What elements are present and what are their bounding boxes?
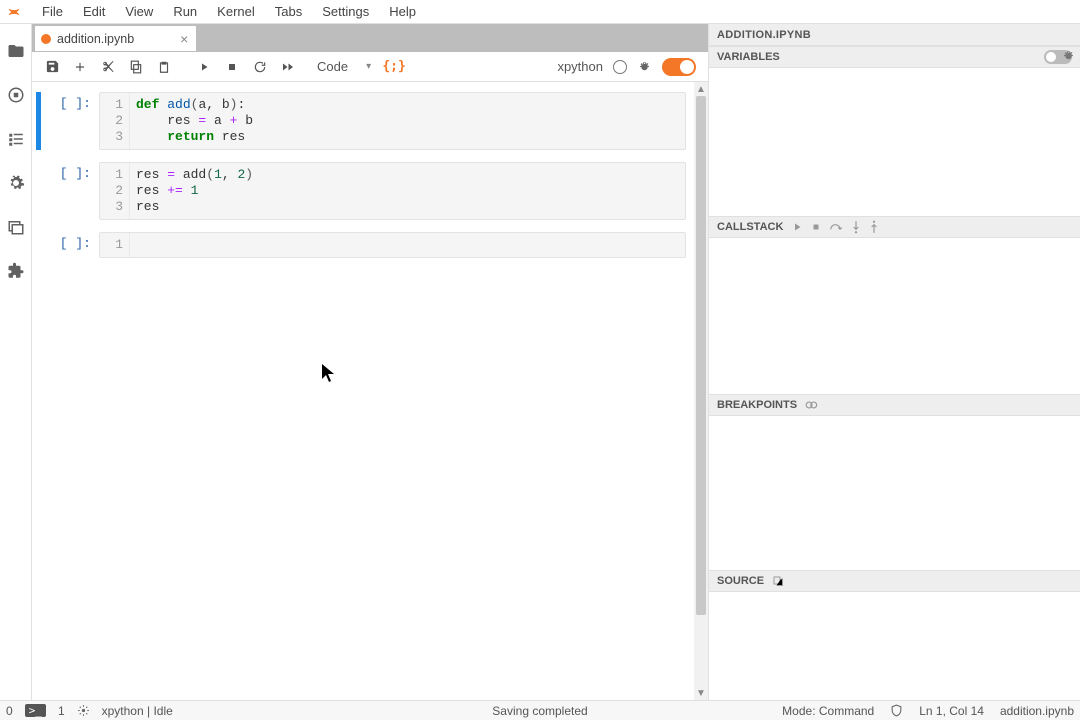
- status-message: Saving completed: [492, 704, 587, 718]
- callstack-header[interactable]: CALLSTACK: [709, 216, 1080, 238]
- notebook-panel: addition.ipynb ×: [32, 24, 708, 700]
- cell-type-select[interactable]: Code ▾: [310, 56, 378, 77]
- menubar: File Edit View Run Kernel Tabs Settings …: [0, 0, 1080, 24]
- settings-icon[interactable]: [7, 174, 25, 192]
- cut-button[interactable]: [96, 55, 120, 79]
- code-editor[interactable]: 123res = add(1, 2)res += 1res: [99, 162, 686, 220]
- cell-prompt: [ ]:: [41, 232, 99, 258]
- cell-type-label: Code: [317, 59, 348, 74]
- copy-button[interactable]: [124, 55, 148, 79]
- status-settings-icon[interactable]: [77, 704, 90, 717]
- render-button[interactable]: {;}: [382, 55, 406, 79]
- source-label: SOURCE: [717, 575, 764, 587]
- folder-icon[interactable]: [7, 42, 25, 60]
- step-over-icon[interactable]: [829, 221, 843, 233]
- close-icon[interactable]: ×: [180, 31, 188, 47]
- kernel-name[interactable]: xpython: [557, 59, 603, 74]
- notebook-area[interactable]: [ ]:123def add(a, b): res = a + b return…: [32, 82, 708, 700]
- menu-tabs[interactable]: Tabs: [265, 2, 312, 21]
- menu-edit[interactable]: Edit: [73, 2, 115, 21]
- menu-view[interactable]: View: [115, 2, 163, 21]
- tabs-icon[interactable]: [7, 218, 25, 236]
- notebook-scrollbar[interactable]: ▲ ▼: [694, 82, 708, 700]
- cell-prompt: [ ]:: [41, 162, 99, 220]
- jupyter-logo-icon: [4, 2, 24, 22]
- debugger-title: ADDITION.IPYNB: [709, 24, 1080, 46]
- kernel-status-text[interactable]: xpython | Idle: [102, 704, 173, 718]
- debugger-panel-bug-icon[interactable]: [1061, 48, 1076, 63]
- source-body: [709, 592, 1080, 700]
- line-numbers: 123: [100, 163, 130, 219]
- step-into-icon[interactable]: [851, 220, 861, 234]
- menu-settings[interactable]: Settings: [312, 2, 379, 21]
- menu-kernel[interactable]: Kernel: [207, 2, 265, 21]
- scrollbar-track[interactable]: [694, 96, 708, 686]
- running-icon[interactable]: [7, 86, 25, 104]
- status-trust-icon[interactable]: [890, 704, 903, 717]
- code-body[interactable]: [130, 233, 142, 257]
- scrollbar-thumb[interactable]: [696, 96, 706, 615]
- status-left-1[interactable]: 1: [58, 704, 65, 718]
- left-sidebar: [0, 24, 32, 700]
- clear-breakpoints-icon[interactable]: [805, 399, 819, 411]
- restart-button[interactable]: [248, 55, 272, 79]
- toc-icon[interactable]: [7, 130, 25, 148]
- variables-body: [709, 68, 1080, 216]
- braces-icon: {;}: [382, 59, 405, 74]
- step-out-icon[interactable]: [869, 220, 879, 234]
- code-cell[interactable]: [ ]:123res = add(1, 2)res += 1res: [36, 162, 686, 220]
- tab-bar: addition.ipynb ×: [32, 24, 708, 52]
- line-numbers: 123: [100, 93, 130, 149]
- code-cell[interactable]: [ ]:1: [36, 232, 686, 258]
- chevron-down-icon: ▾: [366, 61, 371, 72]
- status-file[interactable]: addition.ipynb: [1000, 704, 1074, 718]
- variables-header[interactable]: VARIABLES: [709, 46, 1080, 68]
- pause-icon[interactable]: [811, 222, 821, 232]
- debugger-panel: ADDITION.IPYNB VARIABLES CALLSTACK: [708, 24, 1080, 700]
- code-body[interactable]: res = add(1, 2)res += 1res: [130, 163, 259, 219]
- callstack-body: [709, 238, 1080, 394]
- variables-label: VARIABLES: [717, 51, 780, 63]
- menu-help[interactable]: Help: [379, 2, 426, 21]
- tab-title: addition.ipynb: [57, 32, 134, 46]
- save-button[interactable]: [40, 55, 64, 79]
- menu-file[interactable]: File: [32, 2, 73, 21]
- breakpoints-label: BREAKPOINTS: [717, 399, 797, 411]
- debugger-toolbar-icon[interactable]: [637, 59, 652, 74]
- status-left-0[interactable]: 0: [6, 704, 13, 718]
- source-header[interactable]: SOURCE: [709, 570, 1080, 592]
- callstack-label: CALLSTACK: [717, 221, 783, 233]
- line-numbers: 1: [100, 233, 130, 257]
- code-body[interactable]: def add(a, b): res = a + b return res: [130, 93, 259, 149]
- interrupt-button[interactable]: [220, 55, 244, 79]
- status-lncol[interactable]: Ln 1, Col 14: [919, 704, 984, 718]
- run-button[interactable]: [192, 55, 216, 79]
- restart-run-all-button[interactable]: [276, 55, 300, 79]
- toggle-knob: [1046, 52, 1056, 62]
- breakpoints-body: [709, 416, 1080, 570]
- insert-cell-button[interactable]: [68, 55, 92, 79]
- status-mode: Mode: Command: [782, 704, 874, 718]
- paste-button[interactable]: [152, 55, 176, 79]
- cell-prompt: [ ]:: [41, 92, 99, 150]
- continue-icon[interactable]: [791, 221, 803, 233]
- toggle-knob: [680, 60, 694, 74]
- kernel-status-icon[interactable]: [613, 60, 627, 74]
- menu-run[interactable]: Run: [163, 2, 207, 21]
- breakpoints-header[interactable]: BREAKPOINTS: [709, 394, 1080, 416]
- code-editor[interactable]: 123def add(a, b): res = a + b return res: [99, 92, 686, 150]
- extensions-icon[interactable]: [7, 262, 25, 280]
- notebook-dot-icon: [41, 34, 51, 44]
- open-source-icon[interactable]: [772, 575, 784, 587]
- terminal-chip[interactable]: >_: [25, 704, 46, 717]
- code-editor[interactable]: 1: [99, 232, 686, 258]
- scroll-down-icon[interactable]: ▼: [694, 686, 708, 700]
- tab-addition-ipynb[interactable]: addition.ipynb ×: [34, 25, 197, 51]
- notebook-toolbar: Code ▾ {;} xpython: [32, 52, 708, 82]
- scroll-up-icon[interactable]: ▲: [694, 82, 708, 96]
- code-cell[interactable]: [ ]:123def add(a, b): res = a + b return…: [36, 92, 686, 150]
- status-bar: 0 >_ 1 xpython | Idle Saving completed M…: [0, 700, 1080, 720]
- debugger-toggle[interactable]: [662, 58, 696, 76]
